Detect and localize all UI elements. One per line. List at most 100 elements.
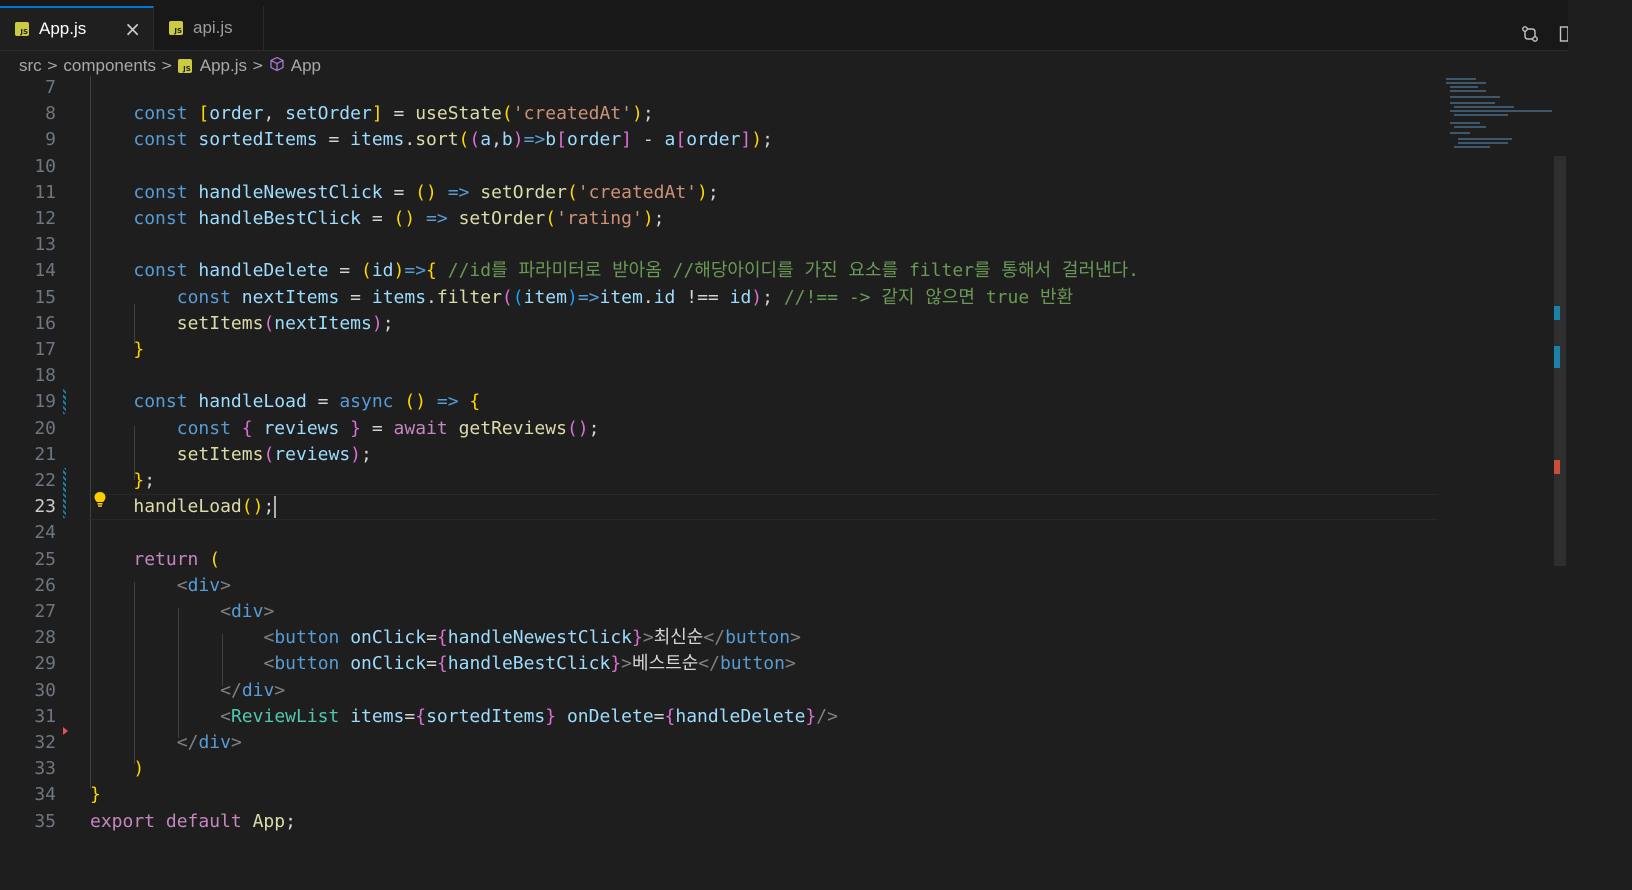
line-number: 8 bbox=[45, 103, 56, 125]
code-text: const { reviews } = await getReviews(); bbox=[176, 417, 600, 439]
js-icon-badge: JS bbox=[183, 65, 191, 73]
code-line[interactable]: 28 <button onClick={handleNewestClick}>최… bbox=[0, 625, 1440, 651]
window-edge bbox=[1568, 0, 1632, 890]
line-number: 7 bbox=[45, 77, 56, 98]
code-line[interactable]: 9 const sortedItems = items.sort((a,b)=>… bbox=[0, 127, 1440, 153]
code-text: <div> bbox=[220, 601, 275, 622]
line-number: 28 bbox=[34, 627, 56, 649]
code-text: const handleNewestClick = () => setOrder… bbox=[133, 181, 719, 203]
lightbulb-icon[interactable] bbox=[93, 491, 107, 509]
chevron-right-icon: > bbox=[46, 58, 59, 74]
code-line[interactable]: 29 <button onClick={handleBestClick}>베스트… bbox=[0, 651, 1440, 677]
line-number: 32 bbox=[34, 732, 56, 753]
code-line[interactable]: 31 <ReviewList items={sortedItems} onDel… bbox=[0, 704, 1440, 730]
text-cursor bbox=[274, 496, 277, 519]
code-text: return ( bbox=[133, 548, 221, 570]
code-line[interactable]: 16 setItems(nextItems); bbox=[0, 311, 1440, 337]
code-line[interactable]: 26 <div> bbox=[0, 573, 1440, 599]
code-line[interactable]: 7 bbox=[0, 75, 1440, 101]
code-line[interactable]: 15 const nextItems = items.filter((item)… bbox=[0, 285, 1440, 311]
line-number: 21 bbox=[34, 443, 56, 465]
line-number: 13 bbox=[34, 234, 56, 256]
line-number: 35 bbox=[34, 810, 56, 832]
code-line[interactable]: 23 handleLoad(); bbox=[0, 494, 1440, 521]
code-line[interactable]: 19 const handleLoad = async () => { bbox=[0, 389, 1440, 415]
line-number: 12 bbox=[34, 208, 56, 229]
code-text: <div> bbox=[176, 574, 231, 596]
js-icon: JS bbox=[177, 59, 192, 73]
js-icon: JS bbox=[169, 21, 183, 35]
chevron-right-icon: > bbox=[252, 58, 264, 74]
code-line[interactable]: 34} bbox=[0, 782, 1440, 808]
code-text: const sortedItems = items.sort((a,b)=>b[… bbox=[133, 129, 773, 151]
code-text: const handleLoad = async () => { bbox=[133, 391, 481, 413]
tab-api-js[interactable]: JS api.js bbox=[154, 6, 264, 50]
scrollbar-marker bbox=[1554, 306, 1560, 320]
breadcrumb-item-symbol[interactable]: App bbox=[291, 56, 321, 76]
scrollbar-marker bbox=[1554, 346, 1560, 368]
breadcrumb-item-file[interactable]: App.js bbox=[200, 56, 247, 76]
code-line[interactable]: 27 <div> bbox=[0, 599, 1440, 625]
code-line[interactable]: 32 </div> bbox=[0, 730, 1440, 756]
code-line[interactable]: 17 } bbox=[0, 337, 1440, 363]
code-editor[interactable]: 7 8 const [order, setOrder] = useState('c… bbox=[0, 76, 1600, 890]
minimap[interactable] bbox=[1440, 76, 1560, 156]
line-number: 9 bbox=[45, 129, 56, 151]
close-icon[interactable]: × bbox=[124, 17, 141, 41]
code-line[interactable]: 35 export default App; bbox=[0, 809, 1440, 835]
code-line[interactable]: 24 bbox=[0, 520, 1440, 546]
code-line[interactable]: 13 bbox=[0, 232, 1440, 258]
code-line[interactable]: 11 const handleNewestClick = () => setOr… bbox=[0, 180, 1440, 206]
js-icon-badge: JS bbox=[20, 28, 28, 36]
code-text: } bbox=[133, 339, 145, 360]
line-number: 19 bbox=[34, 391, 56, 413]
code-text: <ReviewList items={sortedItems} onDelete… bbox=[220, 705, 838, 727]
code-text: </div> bbox=[220, 679, 286, 701]
code-line[interactable]: 25 return ( bbox=[0, 547, 1440, 573]
code-text: export default App; bbox=[90, 810, 296, 832]
line-number: 18 bbox=[34, 365, 56, 387]
code-line[interactable]: 30 </div> bbox=[0, 678, 1440, 704]
line-number: 25 bbox=[34, 548, 56, 570]
line-number: 26 bbox=[34, 574, 56, 596]
code-line[interactable]: 10 bbox=[0, 154, 1440, 180]
code-text: <button onClick={handleBestClick}>베스트순</… bbox=[263, 653, 796, 675]
editor-tab-bar: JS App.js × JS api.js bbox=[0, 6, 1632, 51]
code-line[interactable]: 14 const handleDelete = (id)=>{ //id를 파라… bbox=[0, 258, 1440, 284]
js-icon-badge: JS bbox=[174, 27, 182, 35]
breadcrumb-item-src[interactable]: src bbox=[19, 56, 42, 76]
current-line-highlight bbox=[88, 494, 1438, 521]
symbol-class-icon bbox=[269, 56, 285, 77]
code-text: } bbox=[90, 784, 101, 806]
code-text: </div> bbox=[176, 732, 242, 753]
code-line[interactable]: 21 setItems(reviews); bbox=[0, 442, 1440, 468]
code-text: const handleBestClick = () => setOrder('… bbox=[133, 208, 665, 229]
code-text: const [order, setOrder] = useState('crea… bbox=[133, 103, 654, 125]
line-number: 11 bbox=[34, 181, 56, 203]
line-number: 16 bbox=[34, 312, 56, 334]
code-line[interactable]: 22 }; bbox=[0, 468, 1440, 494]
line-number: 23 bbox=[34, 496, 56, 518]
code-text: const handleDelete = (id)=>{ //id를 파라미터로… bbox=[133, 260, 1139, 282]
code-line[interactable]: 20 const { reviews } = await getReviews(… bbox=[0, 416, 1440, 442]
line-number: 14 bbox=[34, 260, 56, 282]
tab-label: App.js bbox=[39, 19, 87, 38]
line-number: 31 bbox=[34, 705, 56, 727]
code-line[interactable]: 18 bbox=[0, 363, 1440, 389]
line-number: 33 bbox=[34, 758, 56, 780]
line-number: 10 bbox=[34, 155, 56, 177]
line-number: 22 bbox=[34, 470, 56, 491]
tab-label: api.js bbox=[193, 18, 233, 37]
code-line[interactable]: 33 ) bbox=[0, 756, 1440, 782]
line-number: 24 bbox=[34, 522, 56, 544]
code-text: const nextItems = items.filter((item)=>i… bbox=[176, 286, 1074, 308]
code-line[interactable]: 12 const handleBestClick = () => setOrde… bbox=[0, 206, 1440, 232]
scrollbar-marker bbox=[1554, 460, 1560, 474]
code-line[interactable]: 8 const [order, setOrder] = useState('cr… bbox=[0, 101, 1440, 127]
code-text: <button onClick={handleNewestClick}>최신순<… bbox=[263, 627, 801, 649]
line-number: 34 bbox=[34, 784, 56, 806]
tab-app-js[interactable]: JS App.js × bbox=[0, 6, 154, 50]
chevron-right-icon: > bbox=[161, 58, 173, 74]
breadcrumb-item-components[interactable]: components bbox=[63, 56, 156, 76]
compare-changes-icon[interactable] bbox=[1520, 24, 1540, 44]
